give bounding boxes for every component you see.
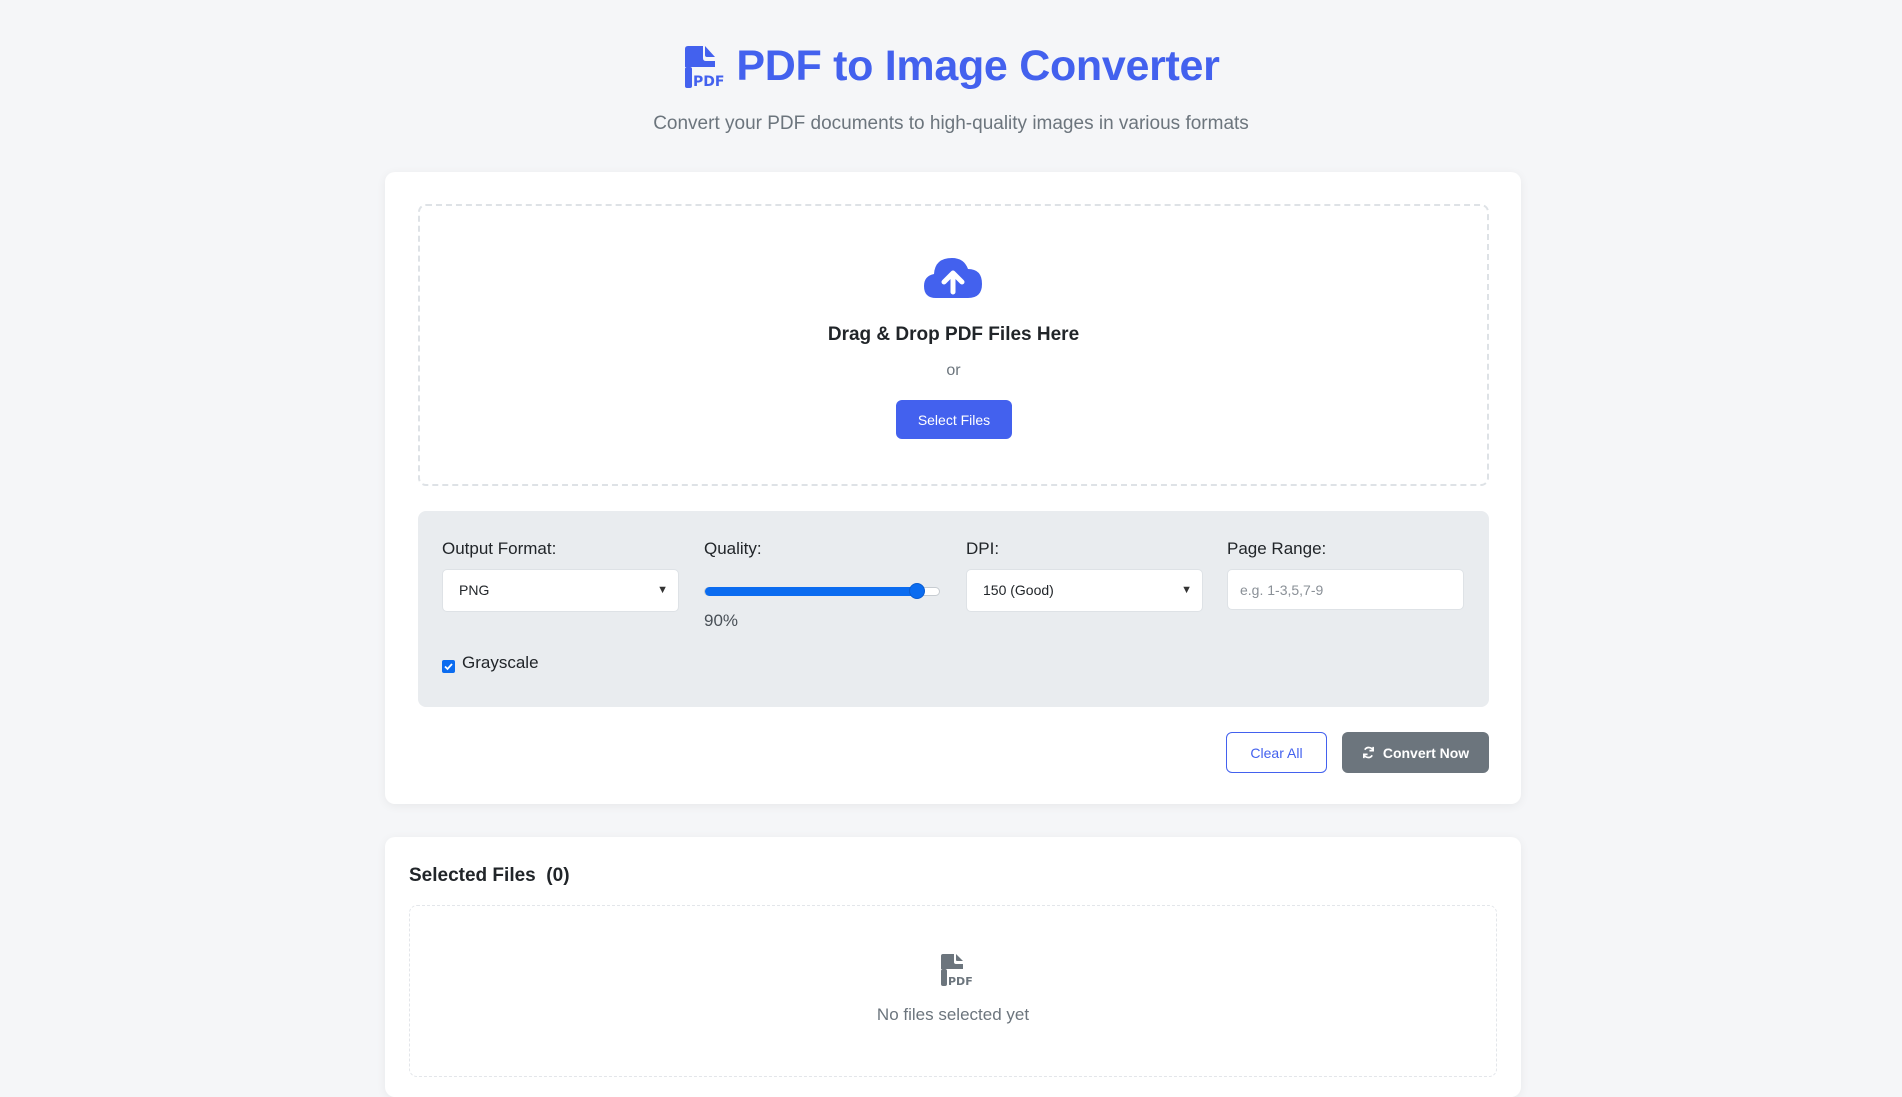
quality-slider-fill [705,587,918,596]
page-header: PDF PDF to Image Converter Convert your … [0,0,1902,135]
grayscale-checkbox[interactable] [442,660,455,673]
cloud-upload-icon [924,258,982,298]
svg-text:PDF: PDF [948,975,972,987]
file-dropzone[interactable]: Drag & Drop PDF Files Here or Select Fil… [418,204,1489,486]
quality-slider-thumb[interactable] [909,583,926,599]
chevron-down-icon: ▼ [1181,584,1192,596]
select-files-button[interactable]: Select Files [896,400,1012,439]
dropzone-title: Drag & Drop PDF Files Here [827,324,1080,345]
convert-now-label: Convert Now [1382,744,1470,761]
output-format-value: PNG [459,582,490,598]
dropzone-or: or [946,362,961,379]
page-range-input[interactable] [1227,569,1464,610]
page-range-label: Page Range: [1227,539,1327,558]
output-format-label: Output Format: [442,539,557,558]
output-format-select[interactable]: PNG ▼ [442,569,679,612]
sync-icon [1362,746,1374,759]
chevron-down-icon: ▼ [657,584,668,596]
quality-slider[interactable] [704,583,940,599]
file-pdf-icon: PDF [685,45,724,89]
svg-text:PDF: PDF [693,74,724,89]
clear-all-button[interactable]: Clear All [1226,732,1327,773]
empty-state-text: No files selected yet [876,1005,1030,1024]
selected-files-card: Selected Files (0) PDF No files selected… [385,837,1521,1097]
title-row: PDF PDF to Image Converter [0,42,1902,91]
quality-value: 90% [704,611,739,630]
options-panel: Output Format: PNG ▼ Quality: 90% DPI: 1… [418,511,1489,707]
page-title: PDF to Image Converter [736,42,1220,90]
check-icon [444,663,453,671]
grayscale-label: Grayscale [462,653,539,672]
convert-now-button[interactable]: Convert Now [1342,732,1489,773]
selected-files-heading: Selected Files (0) [409,865,570,887]
selected-files-count: (0) [546,865,570,886]
dpi-value: 150 (Good) [983,582,1054,598]
files-empty-state: PDF No files selected yet [409,905,1497,1077]
converter-card: Drag & Drop PDF Files Here or Select Fil… [385,172,1521,804]
page-subtitle: Convert your PDF documents to high-quali… [653,113,1249,134]
quality-label: Quality: [704,539,762,558]
dpi-select[interactable]: 150 (Good) ▼ [966,569,1203,612]
dpi-label: DPI: [966,539,1000,558]
file-pdf-icon: PDF [941,954,972,987]
selected-files-title: Selected Files [409,865,536,886]
